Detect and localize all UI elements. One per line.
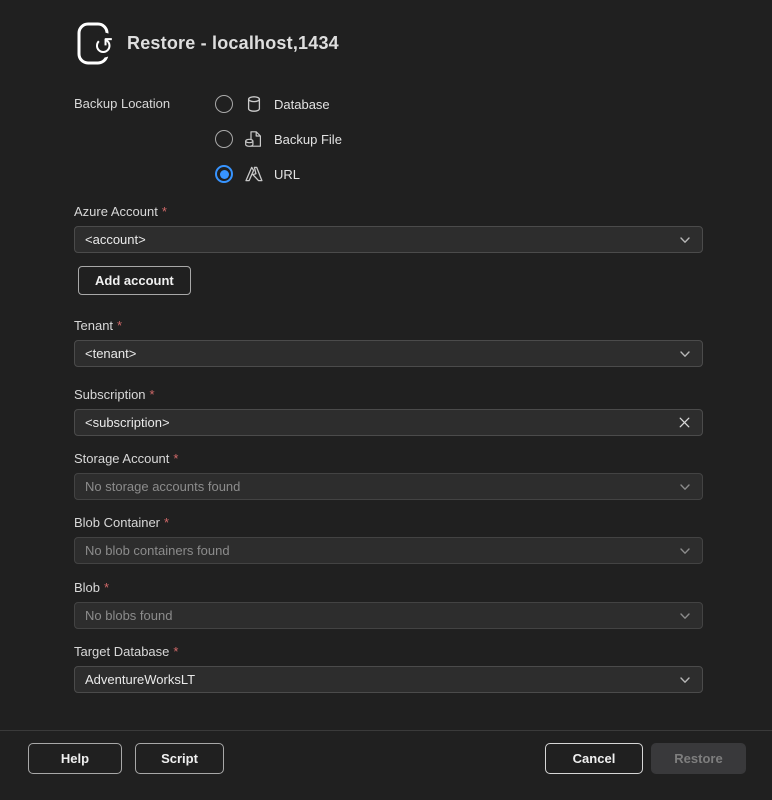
database-icon	[243, 94, 264, 114]
radio-option-database[interactable]: Database	[215, 93, 342, 115]
chevron-down-icon	[678, 480, 692, 494]
blob-group: Blob* No blobs found	[74, 580, 703, 629]
backup-location-label: Backup Location	[74, 93, 215, 185]
tenant-group: Tenant* <tenant>	[74, 318, 703, 367]
required-asterisk: *	[173, 644, 178, 659]
radio-label-backup-file: Backup File	[274, 132, 342, 147]
chevron-down-icon[interactable]	[678, 233, 692, 247]
radio-button-backup-file[interactable]	[215, 130, 233, 148]
chevron-down-icon	[678, 609, 692, 623]
storage-account-group: Storage Account* No storage accounts fou…	[74, 451, 703, 500]
radio-button-url[interactable]	[215, 165, 233, 183]
chevron-down-icon	[678, 544, 692, 558]
tenant-dropdown[interactable]: <tenant>	[74, 340, 703, 367]
azure-icon	[243, 164, 264, 184]
required-asterisk: *	[150, 387, 155, 402]
storage-account-value: No storage accounts found	[85, 479, 670, 494]
chevron-down-icon[interactable]	[678, 347, 692, 361]
blob-container-dropdown: No blob containers found	[74, 537, 703, 564]
footer: Help Script Cancel Restore	[0, 743, 772, 774]
azure-account-value: <account>	[85, 232, 670, 247]
backup-file-icon	[243, 129, 264, 149]
storage-account-label: Storage Account*	[74, 451, 703, 466]
add-account-button[interactable]: Add account	[78, 266, 191, 295]
required-asterisk: *	[117, 318, 122, 333]
storage-account-dropdown: No storage accounts found	[74, 473, 703, 500]
cancel-button[interactable]: Cancel	[545, 743, 643, 774]
radio-label-url: URL	[274, 167, 300, 182]
tenant-label: Tenant*	[74, 318, 703, 333]
radio-option-url[interactable]: URL	[215, 163, 342, 185]
required-asterisk: *	[164, 515, 169, 530]
backup-location-row: Backup Location Database	[74, 93, 703, 185]
subscription-label: Subscription*	[74, 387, 703, 402]
azure-account-dropdown[interactable]: <account>	[74, 226, 703, 253]
required-asterisk: *	[162, 204, 167, 219]
azure-account-group: Azure Account* <account> Add account	[74, 204, 703, 295]
help-button[interactable]: Help	[28, 743, 122, 774]
target-database-dropdown[interactable]: AdventureWorksLT	[74, 666, 703, 693]
svg-text:↺: ↺	[93, 33, 113, 61]
footer-divider	[0, 730, 772, 731]
radio-button-database[interactable]	[215, 95, 233, 113]
blob-container-value: No blob containers found	[85, 543, 670, 558]
azure-account-label: Azure Account*	[74, 204, 703, 219]
dialog-title: Restore - localhost,1434	[127, 33, 339, 54]
blob-container-group: Blob Container* No blob containers found	[74, 515, 703, 564]
required-asterisk: *	[173, 451, 178, 466]
subscription-input[interactable]	[85, 415, 669, 430]
target-database-label: Target Database*	[74, 644, 703, 659]
chevron-down-icon[interactable]	[678, 673, 692, 687]
restore-database-icon: ↺	[72, 20, 118, 67]
backup-location-radio-group: Database Backup Fi	[215, 93, 342, 185]
clear-icon[interactable]	[677, 415, 692, 430]
subscription-group: Subscription*	[74, 387, 703, 436]
restore-dialog: ↺ Restore - localhost,1434 Backup Locati…	[0, 0, 772, 800]
required-asterisk: *	[104, 580, 109, 595]
dialog-header: ↺ Restore - localhost,1434	[0, 0, 772, 67]
radio-label-database: Database	[274, 97, 330, 112]
subscription-field[interactable]	[74, 409, 703, 436]
restore-button: Restore	[651, 743, 746, 774]
blob-value: No blobs found	[85, 608, 670, 623]
blob-dropdown: No blobs found	[74, 602, 703, 629]
script-button[interactable]: Script	[135, 743, 224, 774]
target-database-group: Target Database* AdventureWorksLT	[74, 644, 703, 693]
blob-label: Blob*	[74, 580, 703, 595]
target-database-value: AdventureWorksLT	[85, 672, 670, 687]
tenant-value: <tenant>	[85, 346, 670, 361]
radio-option-backup-file[interactable]: Backup File	[215, 128, 342, 150]
blob-container-label: Blob Container*	[74, 515, 703, 530]
